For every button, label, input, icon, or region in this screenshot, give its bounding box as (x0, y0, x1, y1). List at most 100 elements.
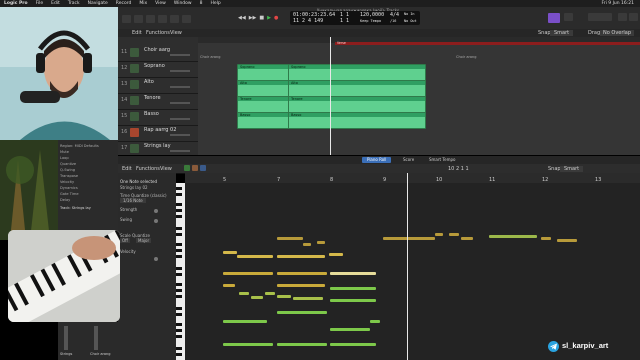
midi-note[interactable] (541, 237, 551, 240)
cycle-region[interactable]: Verse (335, 41, 640, 45)
midi-note[interactable] (435, 233, 443, 236)
midi-note[interactable] (237, 255, 273, 258)
cycle-button[interactable] (548, 13, 560, 23)
black-key[interactable] (176, 243, 182, 246)
track-name[interactable]: Soprano (144, 63, 165, 69)
midi-note[interactable] (277, 272, 327, 275)
menu-navigate[interactable]: Navigate (88, 1, 108, 6)
editors-button[interactable] (182, 15, 191, 23)
playhead[interactable] (330, 37, 331, 155)
piano-roll-grid[interactable] (185, 183, 640, 360)
black-key[interactable] (176, 335, 182, 338)
midi-note[interactable] (223, 272, 273, 275)
channel-fader[interactable] (64, 326, 68, 350)
black-key[interactable] (176, 289, 182, 292)
help-button[interactable] (146, 15, 155, 23)
midi-region[interactable]: Alto (237, 80, 289, 97)
lcd-display[interactable]: 01:00:23:23.64 11 2 4 149 1 1 1 1 120,00… (290, 11, 420, 25)
tracks-edit-menu[interactable]: Edit (132, 30, 142, 36)
midi-note[interactable] (329, 253, 343, 256)
midi-note[interactable] (277, 284, 325, 287)
black-key[interactable] (176, 209, 182, 212)
midi-note[interactable] (330, 299, 376, 302)
menu-logic[interactable]: Logic Pro (4, 1, 28, 6)
track-volume-slider[interactable] (170, 102, 190, 104)
midi-note[interactable] (293, 297, 323, 300)
record-icon[interactable]: ● (274, 15, 278, 23)
editor-view-menu[interactable]: View (160, 166, 172, 172)
black-key[interactable] (176, 283, 182, 286)
menu-8[interactable]: 8 (200, 1, 203, 6)
menu-help[interactable]: Help (210, 1, 220, 6)
piano-keyboard[interactable] (176, 183, 185, 360)
track-header[interactable]: 12 Soprano (118, 61, 198, 78)
black-key[interactable] (176, 215, 182, 218)
rewind-icon[interactable]: ◀◀ (238, 15, 246, 23)
track-header[interactable]: 13 Alto (118, 77, 198, 94)
stop-icon[interactable]: ■ (259, 15, 264, 23)
black-key[interactable] (176, 203, 182, 206)
black-key[interactable] (176, 227, 182, 230)
midi-note[interactable] (383, 237, 435, 240)
track-name[interactable]: Tenore (144, 95, 161, 101)
track-name[interactable]: Basso (144, 111, 159, 117)
track-name[interactable]: Rap aarrg 02 (144, 127, 176, 133)
midi-note[interactable] (461, 237, 473, 240)
midi-region[interactable]: Alto (288, 80, 426, 97)
midi-region[interactable]: Tenore (288, 96, 426, 113)
mixer-button[interactable] (170, 15, 179, 23)
black-key[interactable] (176, 193, 182, 196)
menu-edit[interactable]: Edit (51, 1, 60, 6)
track-header[interactable]: 15 Basso (118, 109, 198, 126)
play-icon[interactable]: ▶ (267, 15, 271, 23)
tab-score[interactable]: Score (398, 157, 419, 163)
midi-note[interactable] (489, 235, 537, 238)
scale-off-select[interactable]: Off (120, 238, 130, 243)
catch-icon[interactable] (192, 165, 198, 171)
midi-region[interactable]: Basso (288, 112, 426, 129)
midi-region[interactable]: Soprano (288, 64, 426, 81)
editor-functions-menu[interactable]: Functions (136, 166, 160, 172)
midi-note[interactable] (370, 320, 380, 323)
midi-note[interactable] (277, 311, 327, 314)
channel-fader[interactable] (94, 326, 98, 350)
track-volume-slider[interactable] (170, 54, 190, 56)
midi-region[interactable]: Basso (237, 112, 289, 129)
menu-view[interactable]: View (155, 1, 166, 6)
black-key[interactable] (176, 273, 182, 276)
velocity-knob[interactable] (154, 257, 158, 261)
midi-note[interactable] (277, 343, 327, 346)
tracks-functions-menu[interactable]: Functions (146, 30, 170, 36)
midi-region[interactable]: Soprano (237, 64, 289, 81)
black-key[interactable] (176, 307, 182, 310)
menu-track[interactable]: Track (68, 1, 80, 6)
track-header[interactable]: 11 Choir aarg (118, 45, 198, 62)
strength-knob[interactable] (154, 209, 158, 213)
midi-note[interactable] (265, 292, 275, 295)
track-name[interactable]: Choir aarg (144, 47, 170, 53)
scale-major-select[interactable]: Major (136, 238, 152, 243)
black-key[interactable] (176, 267, 182, 270)
black-key[interactable] (176, 323, 182, 326)
piano-roll-ruler[interactable]: 5 7 8 9 10 11 12 13 (185, 173, 640, 183)
track-header[interactable]: 14 Tenore (118, 93, 198, 110)
track-name[interactable]: Alto (144, 79, 154, 85)
track-volume-slider[interactable] (170, 70, 190, 72)
midi-note[interactable] (330, 328, 370, 331)
snap-select[interactable]: Smart (550, 30, 574, 36)
midi-note-selected[interactable] (330, 272, 376, 275)
swing-knob[interactable] (154, 219, 158, 223)
tab-piano-roll[interactable]: Piano Roll (362, 157, 392, 163)
black-key[interactable] (176, 233, 182, 236)
menu-window[interactable]: Window (174, 1, 192, 6)
midi-note[interactable] (557, 239, 577, 242)
black-key[interactable] (176, 353, 182, 356)
midi-note[interactable] (317, 241, 325, 244)
track-volume-slider[interactable] (170, 86, 190, 88)
editor-edit-menu[interactable]: Edit (122, 166, 132, 172)
midi-in-icon[interactable] (184, 165, 190, 171)
track-volume-slider[interactable] (170, 150, 190, 152)
track-volume-slider[interactable] (170, 134, 190, 136)
midi-note[interactable] (239, 292, 249, 295)
forward-icon[interactable]: ▶▶ (249, 15, 257, 23)
